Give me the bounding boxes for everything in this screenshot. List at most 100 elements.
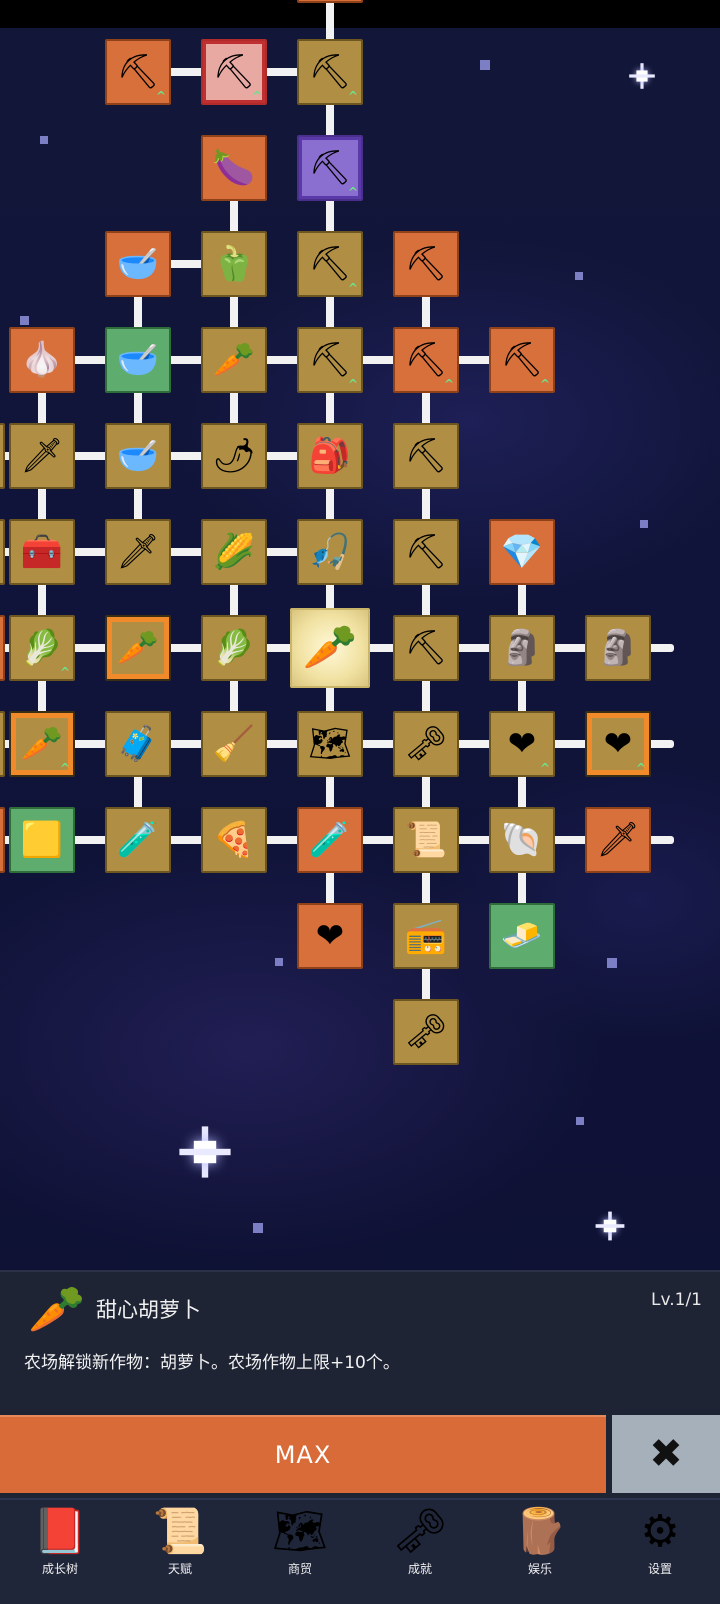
- tree-connector: [518, 582, 526, 618]
- key-icon: 🗝: [404, 724, 448, 764]
- skill-node-pickaxe[interactable]: ⛏ ^: [489, 327, 555, 393]
- gold-bar-icon: 🟨: [20, 820, 64, 860]
- broom-icon: 🧹: [212, 724, 256, 764]
- shovel-icon: ⛏: [308, 148, 352, 188]
- skill-node-selected-carrot[interactable]: 🥕: [290, 608, 370, 688]
- bowl-icon: 🥣: [116, 244, 160, 284]
- garlic-icon: 🧄: [20, 340, 64, 380]
- tree-connector: [360, 740, 396, 748]
- skill-node-shovel[interactable]: ⛏^: [297, 0, 363, 3]
- tree-connector: [326, 486, 334, 522]
- skill-node-map[interactable]: 🗺: [297, 711, 363, 777]
- skill-node-eggplant[interactable]: 🍆: [201, 135, 267, 201]
- skill-node-cabbage[interactable]: 🥬 ^: [9, 615, 75, 681]
- skill-node-bowl[interactable]: 🥣: [105, 327, 171, 393]
- skill-node-heart[interactable]: ❤: [297, 903, 363, 969]
- skill-node-statue[interactable]: 🗿: [585, 615, 651, 681]
- star: [607, 958, 617, 968]
- tree-connector: [648, 740, 674, 748]
- skill-node-bowl[interactable]: 🥣: [105, 231, 171, 297]
- star: [575, 272, 583, 280]
- key-icon: 🗝: [404, 1012, 448, 1052]
- status-bar: [0, 0, 720, 28]
- skill-node-heart[interactable]: ❤ ^: [585, 711, 651, 777]
- skill-node-pepper[interactable]: 🫑: [201, 231, 267, 297]
- skill-node-scroll[interactable]: 📜: [393, 807, 459, 873]
- level-up-marker: ^: [347, 185, 358, 199]
- skill-node-crystal[interactable]: 💎: [489, 519, 555, 585]
- skill-node-backpack[interactable]: 🎒: [297, 423, 363, 489]
- nav-achievement[interactable]: 🗝 成就: [360, 1500, 480, 1604]
- skill-node-sword[interactable]: 🗡: [585, 807, 651, 873]
- fishing-rod-icon: 🎣: [308, 532, 352, 572]
- skill-node-pickaxe[interactable]: ⛏: [393, 423, 459, 489]
- skill-node-butter[interactable]: 🧈: [489, 903, 555, 969]
- nav-talent[interactable]: 📜 天赋: [120, 1500, 240, 1604]
- skill-node-key[interactable]: 🗝: [393, 999, 459, 1065]
- tree-connector: [326, 294, 334, 330]
- skill-node-heart[interactable]: ❤ ^: [489, 711, 555, 777]
- scroll-icon: 📜: [152, 1506, 208, 1557]
- skill-node-pizza[interactable]: 🍕: [201, 807, 267, 873]
- skill-node-shovel[interactable]: ⛏^: [105, 39, 171, 105]
- nav-entertainment[interactable]: 🪵 娱乐: [480, 1500, 600, 1604]
- nav-settings[interactable]: ⚙ 设置: [600, 1500, 720, 1604]
- skill-node-shovel[interactable]: ⛏^: [297, 327, 363, 393]
- skill-node-carrot[interactable]: 🥕: [105, 615, 171, 681]
- skill-node-fishing-rod[interactable]: 🎣: [297, 519, 363, 585]
- nav-label: 成就: [407, 1562, 432, 1576]
- skill-node-shovel[interactable]: ⛏^: [297, 231, 363, 297]
- skill-node-chest[interactable]: 🧰: [0, 519, 5, 585]
- skill-node-pickaxe[interactable]: ⛏: [393, 519, 459, 585]
- tree-connector: [648, 644, 674, 652]
- skill-node-pickaxe[interactable]: ⛏: [393, 231, 459, 297]
- skill-node-potion[interactable]: 🧪: [297, 807, 363, 873]
- tree-connector: [326, 102, 334, 138]
- skill-node-bowl[interactable]: 🥣: [105, 423, 171, 489]
- skill-node-shovel[interactable]: ⛏^: [297, 39, 363, 105]
- skill-node-carrot[interactable]: 🥕: [0, 807, 5, 873]
- skill-node-fossil[interactable]: 🐚: [489, 807, 555, 873]
- pickaxe-icon: ⛏: [404, 436, 448, 476]
- skill-node-statue[interactable]: 🗿: [489, 615, 555, 681]
- tree-connector: [38, 390, 46, 426]
- max-button[interactable]: MAX: [0, 1415, 606, 1493]
- skill-node-key[interactable]: 🗝: [393, 711, 459, 777]
- skill-node-treasure[interactable]: 🧳: [105, 711, 171, 777]
- skill-node-radio[interactable]: 📻: [393, 903, 459, 969]
- skill-node-cabbage[interactable]: 🥬: [201, 615, 267, 681]
- skill-node-sword[interactable]: 🗡: [0, 423, 5, 489]
- skill-node-broom[interactable]: 🧹: [201, 711, 267, 777]
- skill-node-sword[interactable]: 🗡: [105, 519, 171, 585]
- skill-node-shovel[interactable]: ⛏^: [297, 135, 363, 201]
- skill-node-radish[interactable]: 🥕: [201, 327, 267, 393]
- skill-node-pickaxe[interactable]: ⛏ ^: [393, 327, 459, 393]
- star: [253, 1223, 263, 1233]
- nav-trade[interactable]: 🗺 商贸: [240, 1500, 360, 1604]
- tree-connector: [134, 294, 142, 330]
- skill-node-potion[interactable]: 🧪: [105, 807, 171, 873]
- skill-node-carrot[interactable]: 🥕: [0, 711, 5, 777]
- skill-node-garlic[interactable]: 🧄: [9, 327, 75, 393]
- skill-node-carrot[interactable]: 🥕: [0, 615, 5, 681]
- skill-node-shovel[interactable]: ⛏^: [201, 39, 267, 105]
- tree-connector: [168, 356, 204, 364]
- skill-node-pickaxe[interactable]: ⛏: [393, 615, 459, 681]
- radish-icon: 🥕: [212, 340, 256, 380]
- skill-node-sword[interactable]: 🗡: [9, 423, 75, 489]
- tree-connector: [456, 356, 492, 364]
- tree-connector: [456, 836, 492, 844]
- heart-icon: ❤: [315, 916, 345, 956]
- close-button[interactable]: ✖: [612, 1415, 720, 1493]
- skill-node-carrot[interactable]: 🥕 ^: [9, 711, 75, 777]
- skill-node-corn[interactable]: 🌽: [201, 519, 267, 585]
- pickaxe-icon: ⛏: [404, 340, 448, 380]
- star: [275, 958, 283, 966]
- skill-node-gold-bar[interactable]: 🟨: [9, 807, 75, 873]
- nav-growth-tree[interactable]: 📕 成长树: [0, 1500, 120, 1604]
- tree-connector: [168, 548, 204, 556]
- skill-node-chest[interactable]: 🧰: [9, 519, 75, 585]
- tree-connector: [326, 390, 334, 426]
- tree-connector: [230, 678, 238, 714]
- skill-node-chili[interactable]: 🌶: [201, 423, 267, 489]
